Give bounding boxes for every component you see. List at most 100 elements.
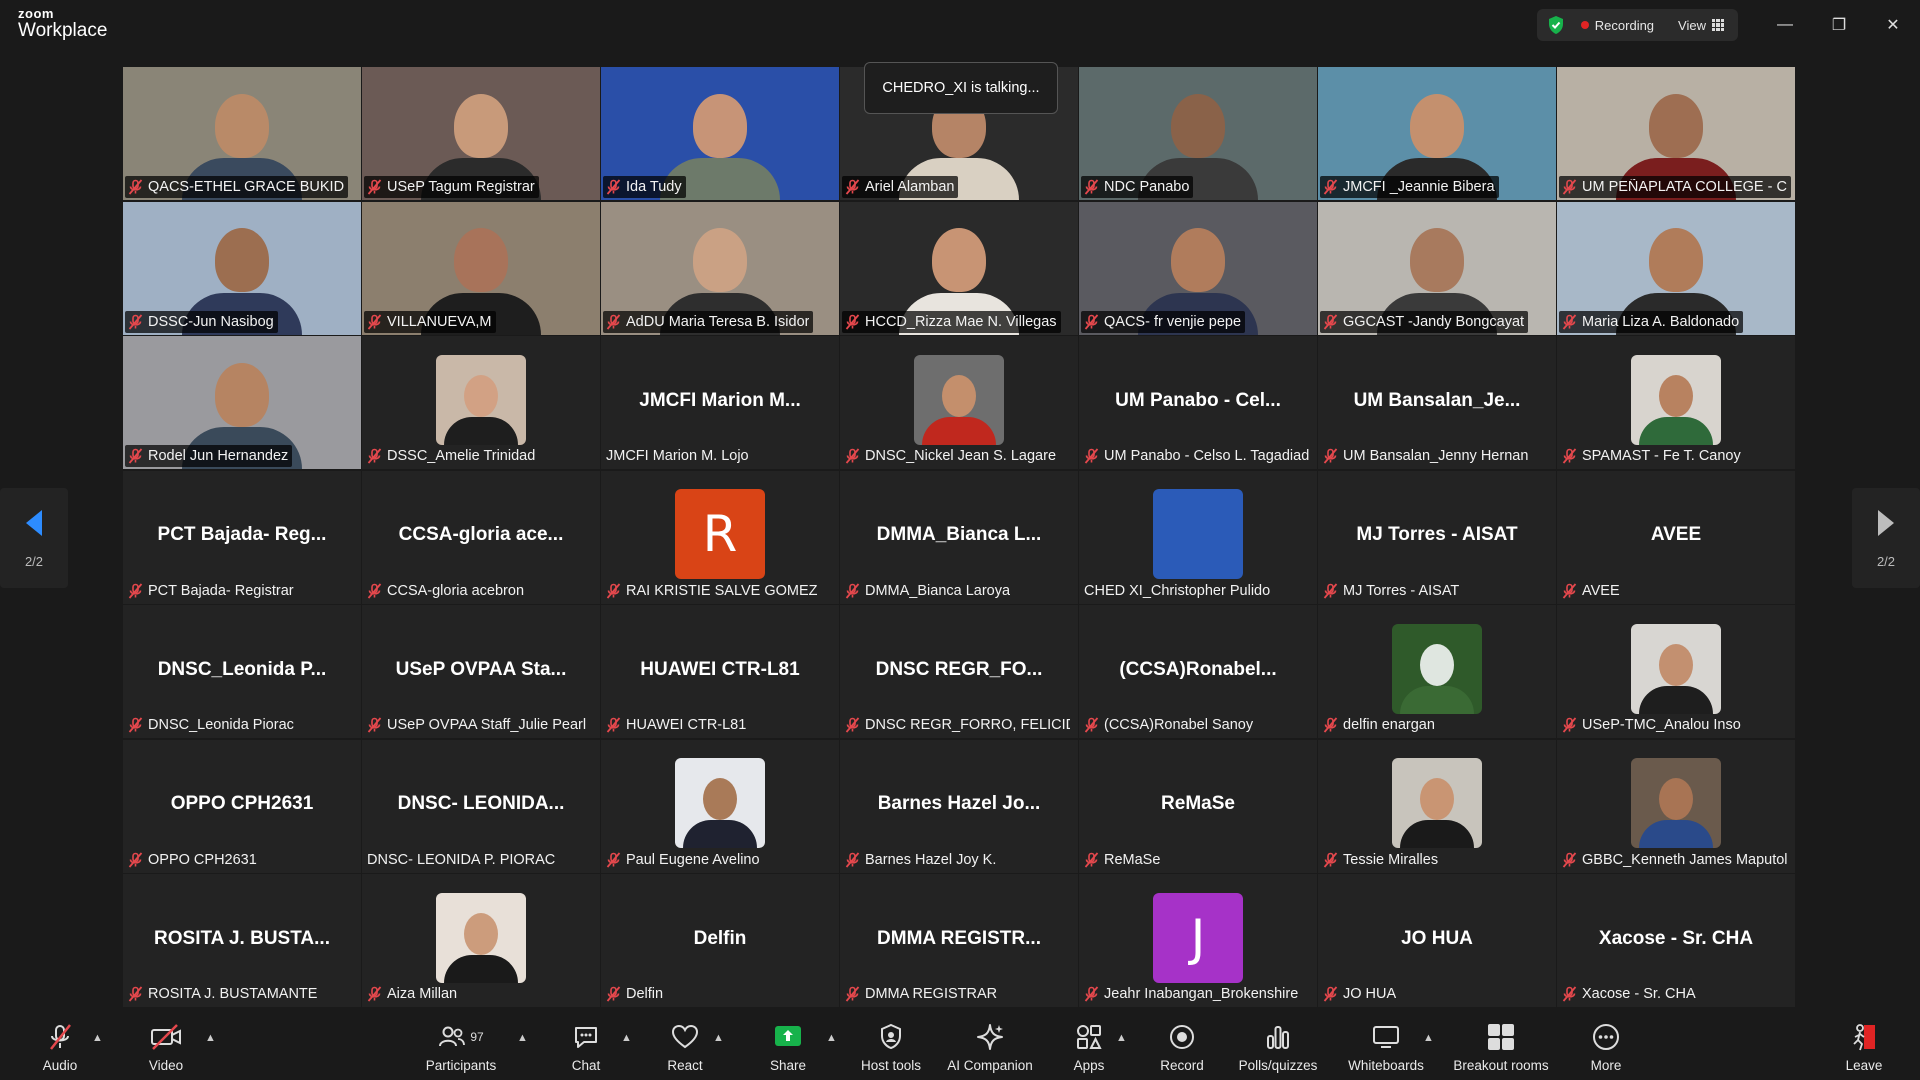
participant-tile[interactable]: JO HUA JO HUA [1318, 874, 1556, 1007]
participant-tile[interactable]: R RAI KRISTIE SALVE GOMEZ [601, 470, 839, 604]
next-page-button[interactable]: 2/2 [1852, 488, 1920, 588]
participant-name-tag: MJ Torres - AISAT [1320, 580, 1463, 602]
participant-tile[interactable]: J Jeahr Inabangan_Brokenshire [1079, 874, 1317, 1007]
participant-tile[interactable]: JMCFI _Jeannie Bibera [1318, 67, 1556, 200]
leave-button[interactable]: Leave [1834, 1012, 1894, 1080]
participant-tile[interactable]: GGCAST -Jandy Bongcayat [1318, 201, 1556, 335]
participant-tile[interactable]: Maria Liza A. Baldonado [1557, 201, 1795, 335]
participant-tile[interactable]: NDC Panabo [1079, 67, 1317, 200]
participant-name-tag: Ida Tudy [603, 176, 686, 198]
participant-name-tag: Rodel Jun Hernandez [125, 445, 293, 467]
participant-tile[interactable]: Xacose - Sr. CHA Xacose - Sr. CHA [1557, 874, 1795, 1007]
react-options-caret-icon[interactable]: ▲ [713, 1032, 724, 1044]
participant-tile[interactable]: HCCD_Rizza Mae N. Villegas [840, 201, 1078, 335]
participant-name-tag: (CCSA)Ronabel Sanoy [1081, 714, 1257, 736]
profile-picture [914, 354, 1004, 445]
video-button[interactable]: Video [136, 1012, 196, 1080]
participant-tile[interactable]: PCT Bajada- Reg... PCT Bajada- Registrar [123, 470, 361, 604]
participant-name-tag: Barnes Hazel Joy K. [842, 849, 1000, 871]
participant-tile[interactable]: Tessie Miralles [1318, 739, 1556, 873]
view-label[interactable]: View [1678, 18, 1706, 33]
react-button[interactable]: React [655, 1012, 715, 1080]
close-button[interactable]: ✕ [1866, 0, 1920, 50]
participant-tile[interactable]: VILLANUEVA,M [362, 201, 600, 335]
more-button[interactable]: More [1576, 1012, 1636, 1080]
participant-tile[interactable]: DSSC_Amelie Trinidad [362, 336, 600, 469]
participant-tile[interactable]: QACS-ETHEL GRACE BUKID [123, 67, 361, 200]
participant-tile[interactable]: QACS- fr venjie pepe [1079, 201, 1317, 335]
apps-options-caret-icon[interactable]: ▲ [1116, 1032, 1127, 1044]
participant-name-tag: HUAWEI CTR-L81 [603, 714, 750, 736]
host-tools-button[interactable]: Host tools [852, 1012, 930, 1080]
breakout-rooms-button[interactable]: Breakout rooms [1449, 1012, 1553, 1080]
participant-name-tag: UM PEÑAPLATA COLLEGE - C... [1559, 176, 1791, 198]
participant-tile[interactable]: USeP-TMC_Analou Inso [1557, 605, 1795, 738]
participant-tile[interactable]: DMMA_Bianca L... DMMA_Bianca Laroya [840, 470, 1078, 604]
participant-tile[interactable]: DMMA REGISTR... DMMA REGISTRAR [840, 874, 1078, 1007]
restore-button[interactable]: ❐ [1812, 0, 1866, 50]
participant-tile[interactable]: MJ Torres - AISAT MJ Torres - AISAT [1318, 470, 1556, 604]
participant-tile[interactable]: UM Bansalan_Je... UM Bansalan_Jenny Herna… [1318, 336, 1556, 469]
participant-tile[interactable]: DNSC_Nickel Jean S. Lagare [840, 336, 1078, 469]
participant-tile[interactable]: ReMaSe ReMaSe [1079, 739, 1317, 873]
participant-tile[interactable]: DNSC_Leonida P... DNSC_Leonida Piorac [123, 605, 361, 738]
participant-name: DNSC_Leonida Piorac [148, 717, 294, 733]
heart-icon [671, 1024, 699, 1049]
audio-options-caret-icon[interactable]: ▲ [92, 1032, 103, 1044]
participant-tile[interactable]: Rodel Jun Hernandez [123, 336, 361, 469]
chat-button[interactable]: Chat [556, 1012, 616, 1080]
mic-muted-icon [845, 179, 860, 195]
participant-tile[interactable]: Delfin Delfin [601, 874, 839, 1007]
share-button[interactable]: Share [758, 1012, 818, 1080]
participant-tile[interactable]: USeP Tagum Registrar [362, 67, 600, 200]
participant-tile[interactable]: ROSITA J. BUSTA... ROSITA J. BUSTAMANTE [123, 874, 361, 1007]
participant-tile[interactable]: AdDU Maria Teresa B. Isidor [601, 201, 839, 335]
apps-button[interactable]: Apps [1059, 1012, 1119, 1080]
participant-tile[interactable]: JMCFI Marion M... JMCFI Marion M. Lojo [601, 336, 839, 469]
participant-name-tag: RAI KRISTIE SALVE GOMEZ [603, 580, 822, 602]
participant-tile[interactable]: AVEE AVEE [1557, 470, 1795, 604]
participant-tile[interactable]: Paul Eugene Avelino [601, 739, 839, 873]
participant-tile[interactable]: GBBC_Kenneth James Maputol [1557, 739, 1795, 873]
participants-options-caret-icon[interactable]: ▲ [517, 1032, 528, 1044]
logo-bottom: Workplace [18, 20, 108, 41]
previous-page-button[interactable]: 2/2 [0, 488, 68, 588]
polls-button[interactable]: Polls/quizzes [1230, 1012, 1326, 1080]
participant-tile[interactable]: UM Panabo - Cel... UM Panabo - Celso L. T… [1079, 336, 1317, 469]
participants-count: 97 [470, 1030, 484, 1044]
participant-tile[interactable]: CHED XI_Christopher Pulido [1079, 470, 1317, 604]
participant-tile[interactable]: UM PEÑAPLATA COLLEGE - C... [1557, 67, 1795, 200]
participant-tile[interactable]: (CCSA)Ronabel... (CCSA)Ronabel Sanoy [1079, 605, 1317, 738]
chat-icon [575, 1027, 597, 1048]
participant-name-tag: DSSC_Amelie Trinidad [364, 445, 539, 467]
whiteboards-button[interactable]: Whiteboards [1342, 1012, 1430, 1080]
record-button[interactable]: Record [1152, 1012, 1212, 1080]
participant-tile[interactable]: delfin enargan [1318, 605, 1556, 738]
encryption-shield-icon[interactable] [1545, 13, 1567, 37]
participant-name: QACS- fr venjie pepe [1104, 313, 1242, 330]
participant-tile[interactable]: USeP OVPAA Sta... USeP OVPAA Staff_Julie … [362, 605, 600, 738]
participant-tile[interactable]: DNSC REGR_FO... DNSC REGR_FORRO, FELICIDA… [840, 605, 1078, 738]
participant-tile[interactable]: Ida Tudy [601, 67, 839, 200]
chat-options-caret-icon[interactable]: ▲ [621, 1032, 632, 1044]
ai-companion-button[interactable]: AI Companion [940, 1012, 1040, 1080]
participant-display-name: DNSC- LEONIDA... [397, 793, 565, 814]
participant-tile[interactable]: DNSC- LEONIDA... DNSC- LEONIDA P. PIORAC [362, 739, 600, 873]
minimize-button[interactable]: — [1758, 0, 1812, 50]
participant-tile[interactable]: Aiza Millan [362, 874, 600, 1007]
participant-tile[interactable]: SPAMAST - Fe T. Canoy [1557, 336, 1795, 469]
share-options-caret-icon[interactable]: ▲ [826, 1032, 837, 1044]
view-grid-icon[interactable] [1712, 19, 1724, 31]
recording-label[interactable]: Recording [1595, 18, 1654, 33]
participant-tile[interactable]: Barnes Hazel Jo... Barnes Hazel Joy K. [840, 739, 1078, 873]
whiteboards-options-caret-icon[interactable]: ▲ [1423, 1032, 1434, 1044]
participant-tile[interactable]: OPPO CPH2631 OPPO CPH2631 [123, 739, 361, 873]
audio-button[interactable]: Audio [30, 1012, 90, 1080]
participants-button[interactable]: 97 Participants [420, 1012, 502, 1080]
mic-muted-icon [1323, 717, 1338, 733]
video-options-caret-icon[interactable]: ▲ [205, 1032, 216, 1044]
participant-tile[interactable]: HUAWEI CTR-L81 HUAWEI CTR-L81 [601, 605, 839, 738]
participant-tile[interactable]: DSSC-Jun Nasibog [123, 201, 361, 335]
participant-tile[interactable]: CCSA-gloria ace... CCSA-gloria acebron [362, 470, 600, 604]
mic-muted-icon [367, 179, 382, 195]
